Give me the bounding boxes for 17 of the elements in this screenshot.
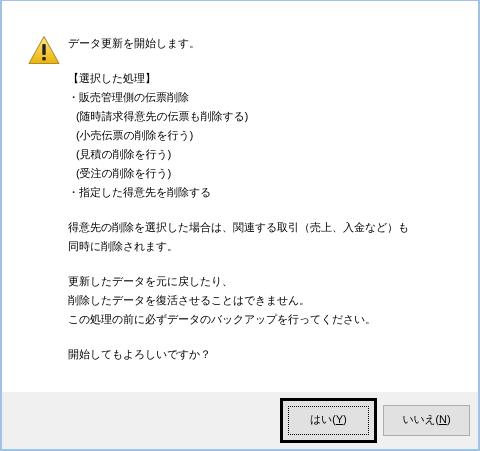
yes-button[interactable]: はい(Y) (280, 398, 377, 443)
message-line: この処理の前に必ずデータのバックアップを行ってください。 (68, 312, 376, 328)
message-line: データ更新を開始します。 (68, 36, 200, 52)
message-line: (小売伝票の削除を行う) (75, 129, 194, 144)
message-line: 削除したデータを復活させることはできません。 (68, 294, 310, 309)
message-line: 更新したデータを元に戻したり、 (68, 274, 233, 290)
message-line: ・指定した得意先を削除する (68, 186, 211, 201)
message-line: 得意先の削除を選択した場合は、関連する取引（売上、入金など）も (68, 221, 409, 236)
message-line: (受注の削除を行う) (75, 166, 172, 182)
message-line: 【選択した処理】 (68, 72, 156, 87)
message-line: (随時請求得意先の伝票も削除する) (75, 110, 248, 125)
message-line: ・販売管理側の伝票削除 (68, 91, 189, 106)
no-button[interactable]: いいえ(N) (383, 405, 470, 436)
message-line: 開始してもよろしいですか？ (68, 348, 211, 363)
message-line: (見積の削除を行う) (75, 148, 172, 163)
message-line: 同時に削除されます。 (68, 240, 178, 255)
warning-icon (28, 35, 60, 65)
